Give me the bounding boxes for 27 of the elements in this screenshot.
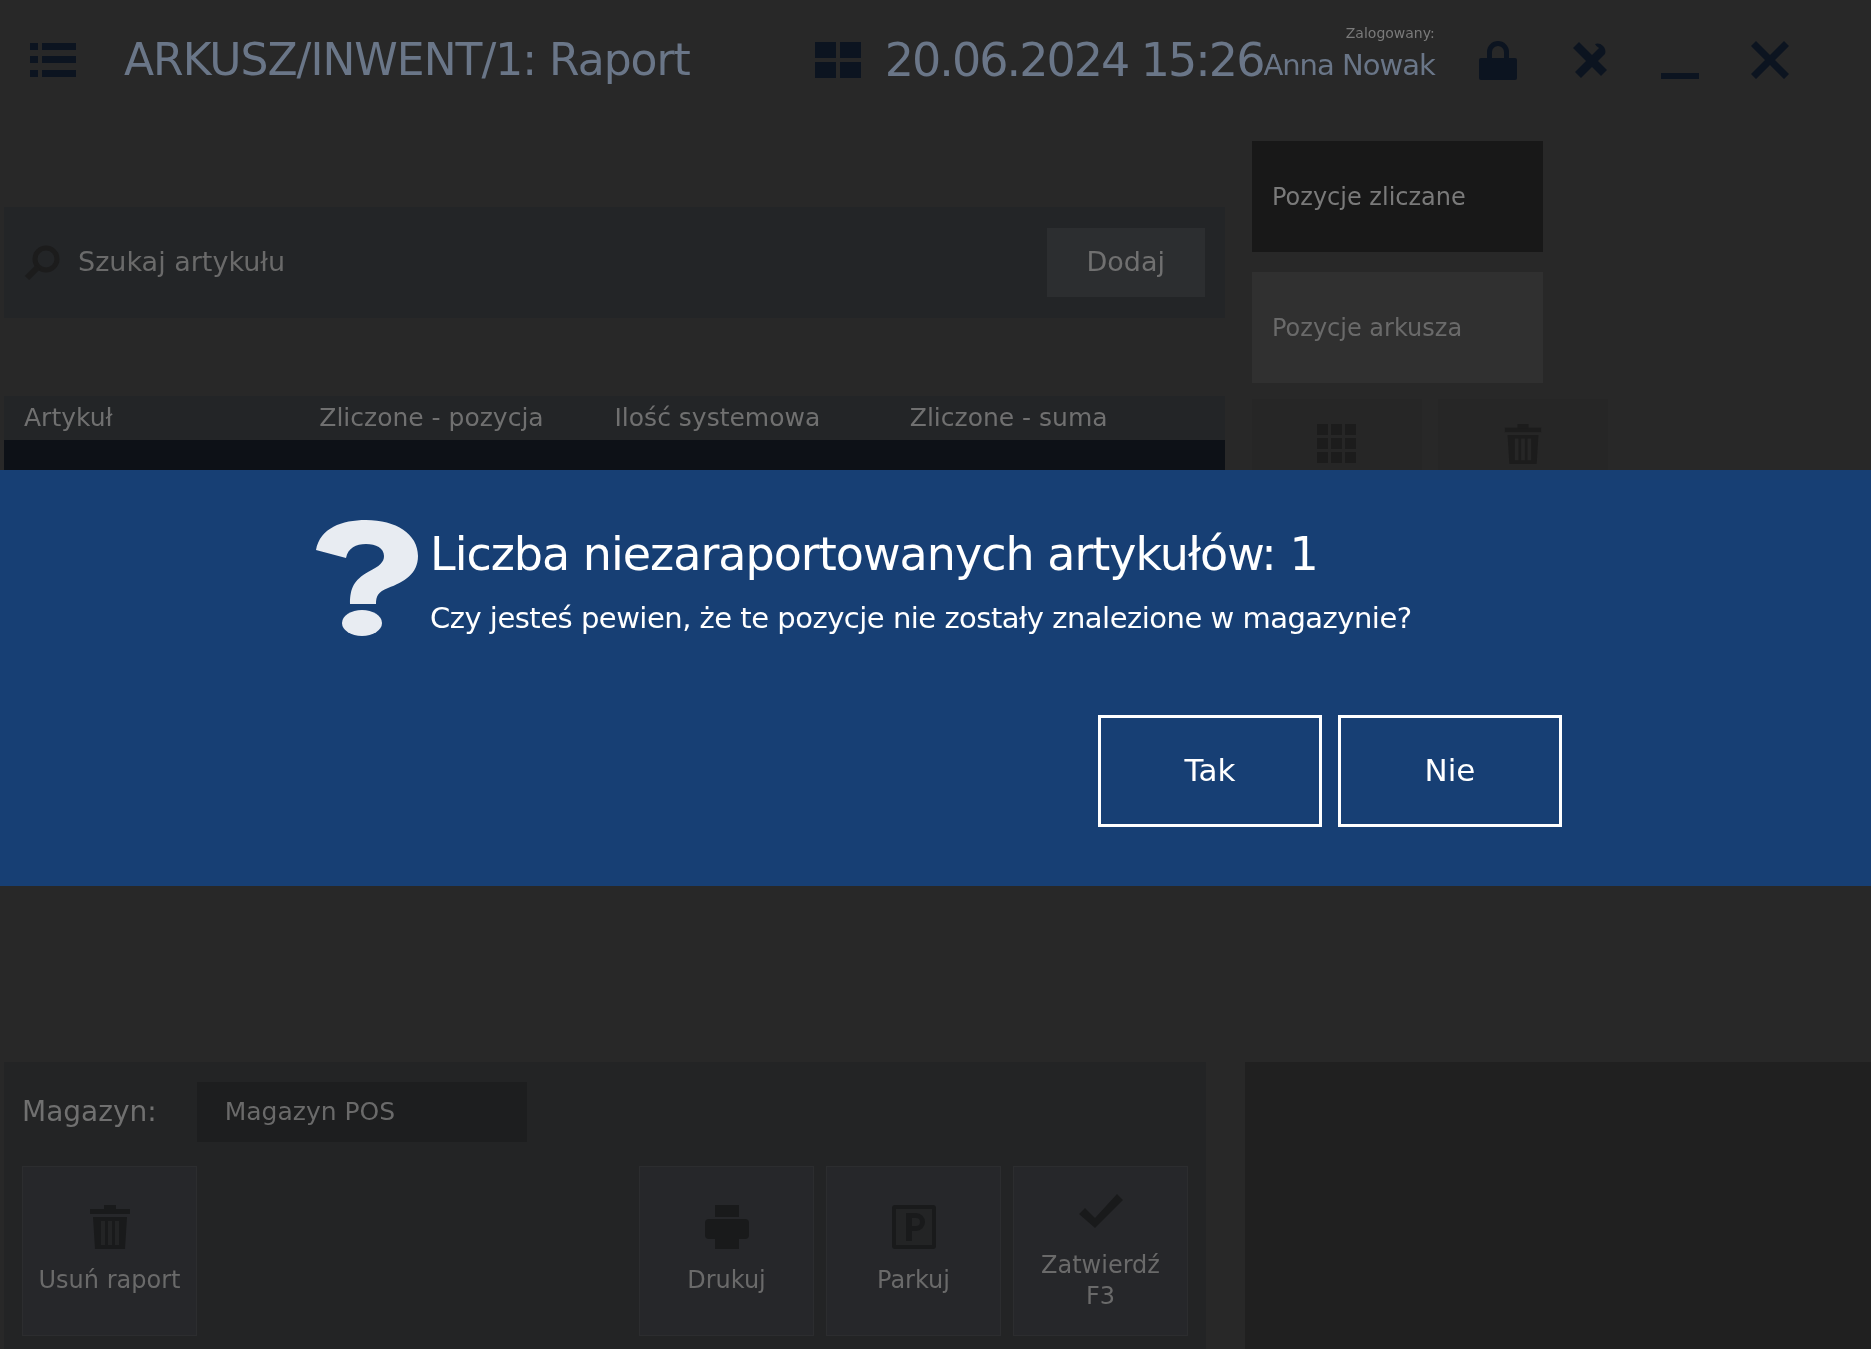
- window-title: ARKUSZ/INWENT/1: Raport: [124, 33, 690, 87]
- table-row[interactable]: [4, 440, 1225, 470]
- menu-icon[interactable]: [30, 43, 76, 77]
- grid-icon[interactable]: [814, 42, 861, 78]
- column-header: Zliczone - pozycja: [319, 402, 545, 435]
- dialog-title: Liczba niezaraportowanych artykułów: 1: [430, 526, 1319, 583]
- login-label: Zalogowany:: [1345, 23, 1435, 43]
- side-tab[interactable]: Pozycje zliczane: [1252, 141, 1543, 252]
- action-button[interactable]: Usuń raport: [22, 1166, 197, 1336]
- column-header: Artykuł: [24, 402, 114, 435]
- user-name: Anna Nowak: [1263, 47, 1435, 84]
- lock-icon[interactable]: [1478, 40, 1517, 80]
- warehouse-field[interactable]: Magazyn POS: [196, 1082, 527, 1142]
- add-button[interactable]: Dodaj: [1046, 228, 1205, 297]
- action-button[interactable]: Drukuj: [639, 1166, 814, 1336]
- date-time: 20.06.2024 15:26: [884, 31, 1264, 89]
- warehouse-label: Magazyn:: [22, 1094, 157, 1130]
- side-tab[interactable]: Pozycje arkusza: [1252, 272, 1543, 383]
- column-header: Ilość systemowa: [614, 402, 822, 435]
- dialog-button[interactable]: Nie: [1338, 714, 1562, 827]
- column-header: Zliczone - suma: [909, 402, 1109, 435]
- close-icon[interactable]: [1750, 41, 1789, 79]
- search-field[interactable]: Szukaj artykułu Dodaj: [4, 207, 1225, 318]
- dialog-button[interactable]: Tak: [1098, 714, 1322, 827]
- action-button[interactable]: Parkuj: [826, 1166, 1001, 1336]
- action-button[interactable]: Zatwierdź F3: [1013, 1166, 1188, 1336]
- dialog-message: Czy jesteś pewien, że te pozycje nie zostały znalezione w magazynie?: [430, 600, 1412, 637]
